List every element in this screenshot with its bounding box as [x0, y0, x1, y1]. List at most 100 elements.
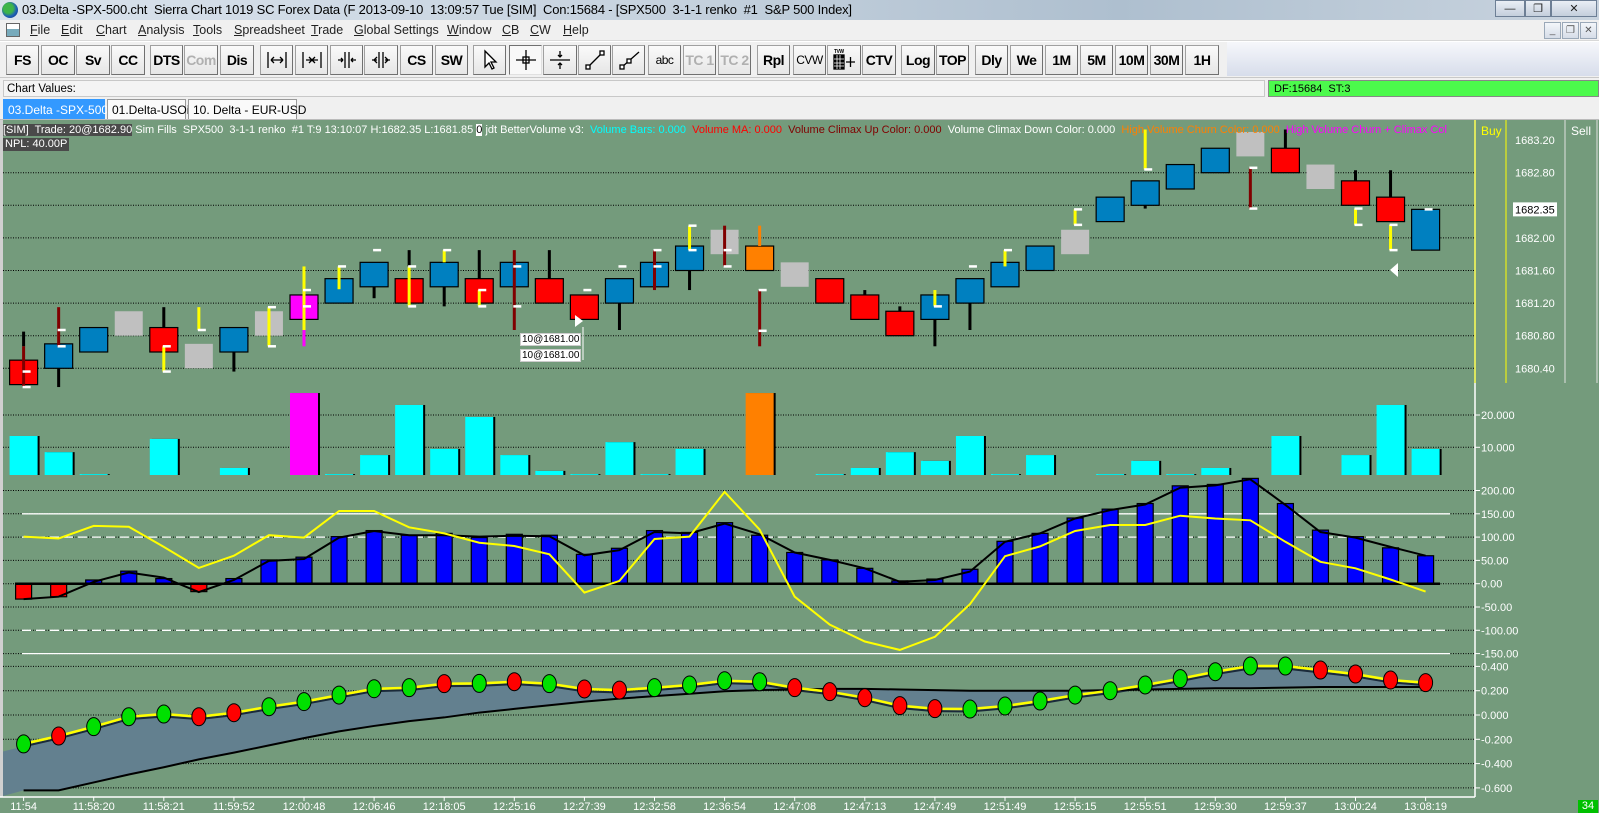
- restore-button[interactable]: ❐: [1525, 0, 1551, 17]
- toolbar-button-cs[interactable]: CS: [400, 45, 433, 75]
- chart-window-icon[interactable]: [6, 23, 20, 37]
- toolbar-button-sv[interactable]: Sv: [76, 45, 110, 75]
- menu-cw[interactable]: CW: [530, 23, 551, 37]
- line-tool-button[interactable]: [578, 45, 611, 75]
- toolbar-button-1m[interactable]: 1M: [1045, 45, 1078, 75]
- up-dot: [1207, 662, 1223, 682]
- oscillator-histogram-bar: [680, 531, 699, 585]
- order-label[interactable]: 10@1681.00: [520, 349, 582, 362]
- chart-info-line: [SIM] Trade: 20@1682.90 Sim Fills SPX500…: [3, 124, 1473, 137]
- menu-analysis[interactable]: Analysis: [138, 23, 185, 37]
- renko-bar: [885, 306, 915, 337]
- menu-cb[interactable]: CB: [502, 23, 519, 37]
- scroll-expand-button[interactable]: [260, 45, 293, 75]
- volume-bar: [920, 460, 949, 475]
- toolbar-button-we[interactable]: We: [1010, 45, 1043, 75]
- toolbar-button-cvw[interactable]: CVW: [793, 45, 826, 75]
- menu-global-settings[interactable]: Global Settings: [354, 23, 439, 37]
- down-dot: [892, 696, 908, 716]
- toolbar-button-cc[interactable]: CC: [111, 45, 145, 75]
- time-axis-label: 12:47:08: [773, 801, 816, 813]
- pointer-button[interactable]: [473, 45, 506, 75]
- volume-bar: [815, 474, 844, 475]
- toolbar-button-10m[interactable]: 10M: [1115, 45, 1148, 75]
- menu-window[interactable]: Window: [447, 23, 491, 37]
- time-axis-label: 12:00:48: [283, 801, 326, 813]
- renko-box: [1165, 163, 1195, 190]
- menu-trade[interactable]: Trade: [311, 23, 343, 37]
- crosshair-button[interactable]: [509, 45, 542, 75]
- mdi-close-button[interactable]: ✕: [1580, 22, 1597, 39]
- menu-chart[interactable]: Chart: [96, 23, 127, 37]
- up-dot: [331, 685, 347, 705]
- volume-bar: [430, 448, 459, 475]
- mdi-minimize-button[interactable]: _: [1544, 22, 1561, 39]
- buy-column-header[interactable]: Buy: [1481, 124, 1502, 138]
- mdi-restore-button[interactable]: ❐: [1562, 22, 1579, 39]
- oscillator-histogram-bar: [1276, 502, 1295, 585]
- ray-tool-button[interactable]: [612, 45, 645, 75]
- tvw-grid-button[interactable]: TVW: [827, 45, 861, 75]
- down-dot: [191, 707, 207, 727]
- volume-bar: [991, 474, 1019, 475]
- toolbar-button-5m[interactable]: 5M: [1080, 45, 1113, 75]
- tab-chart[interactable]: 01.Delta-USOil: [107, 99, 192, 119]
- renko-box: [1375, 196, 1406, 223]
- order-label[interactable]: 10@1681.00: [520, 333, 582, 346]
- volume-bar: [675, 448, 704, 475]
- toolbar-button-oc[interactable]: OC: [41, 45, 75, 75]
- menu-edit[interactable]: Edit: [61, 23, 83, 37]
- toolbar-button-dis[interactable]: Dis: [220, 45, 254, 75]
- volume-bar: [1411, 448, 1440, 475]
- down-dot: [787, 678, 803, 698]
- tab-chart[interactable]: 03.Delta -SPX-500: [3, 99, 108, 119]
- toolbar-button-1h[interactable]: 1H: [1185, 45, 1219, 75]
- close-button[interactable]: ✕: [1551, 0, 1597, 17]
- renko-box: [219, 326, 249, 353]
- toolbar-button-com[interactable]: Com: [184, 45, 218, 75]
- toolbar-button-dly[interactable]: Dly: [975, 45, 1008, 75]
- toolbar-button-tc1[interactable]: TC 1: [683, 45, 716, 75]
- chart-area[interactable]: 1683.20 1682.80 1682.00 1681.60 1681.20 1680.…: [0, 120, 1599, 813]
- toolbar-button-tc2[interactable]: TC 2: [718, 45, 751, 75]
- up-dot: [717, 671, 733, 691]
- time-axis-label: 12:51:49: [984, 801, 1027, 813]
- menu-spreadsheet[interactable]: Spreadsheet: [234, 23, 305, 37]
- down-dot: [1418, 673, 1434, 693]
- down-dot: [51, 726, 67, 746]
- toolbar-button-ctv[interactable]: CTV: [862, 45, 896, 75]
- toolbar-button-rpl[interactable]: Rpl: [757, 45, 790, 75]
- zoom-in-icon: [337, 52, 356, 68]
- volume-bar: [1341, 455, 1370, 475]
- up-dot: [997, 696, 1013, 716]
- zoom-in-button[interactable]: [330, 45, 363, 75]
- oscillator-histogram-bar: [1066, 517, 1084, 585]
- tab-chart[interactable]: 10. Delta - EUR-USD: [188, 99, 306, 119]
- menu-help[interactable]: Help: [563, 23, 589, 37]
- renko-box: [429, 261, 459, 288]
- oscillator-histogram-bar: [1416, 555, 1435, 585]
- menu-file[interactable]: File: [30, 23, 50, 37]
- volume-bar: [570, 474, 599, 475]
- toolbar-button-top[interactable]: TOP: [936, 45, 969, 75]
- zoom-out-button[interactable]: [364, 45, 398, 75]
- toolbar-button-30m[interactable]: 30M: [1150, 45, 1183, 75]
- up-dot: [86, 717, 102, 737]
- horizontal-line-button[interactable]: [543, 45, 577, 75]
- time-axis-label: 11:54: [10, 801, 37, 813]
- up-dot: [296, 692, 312, 712]
- oscillator-axis-label: -100.00: [1481, 625, 1518, 637]
- up-dot: [261, 697, 277, 717]
- minimize-button[interactable]: —: [1495, 0, 1525, 17]
- toolbar-button-abc[interactable]: abc: [648, 45, 681, 75]
- renko-bar: [1306, 164, 1335, 189]
- toolbar-button-log[interactable]: Log: [901, 45, 935, 75]
- toolbar-button-fs[interactable]: FS: [6, 45, 39, 75]
- sell-column-header[interactable]: Sell: [1571, 124, 1591, 138]
- toolbar-button-sw[interactable]: SW: [435, 45, 468, 75]
- volume-bar: [149, 438, 178, 475]
- volume-bar: [44, 452, 73, 475]
- scroll-compress-button[interactable]: [295, 45, 328, 75]
- toolbar-button-dts[interactable]: DTS: [150, 45, 183, 75]
- menu-tools[interactable]: Tools: [193, 23, 222, 37]
